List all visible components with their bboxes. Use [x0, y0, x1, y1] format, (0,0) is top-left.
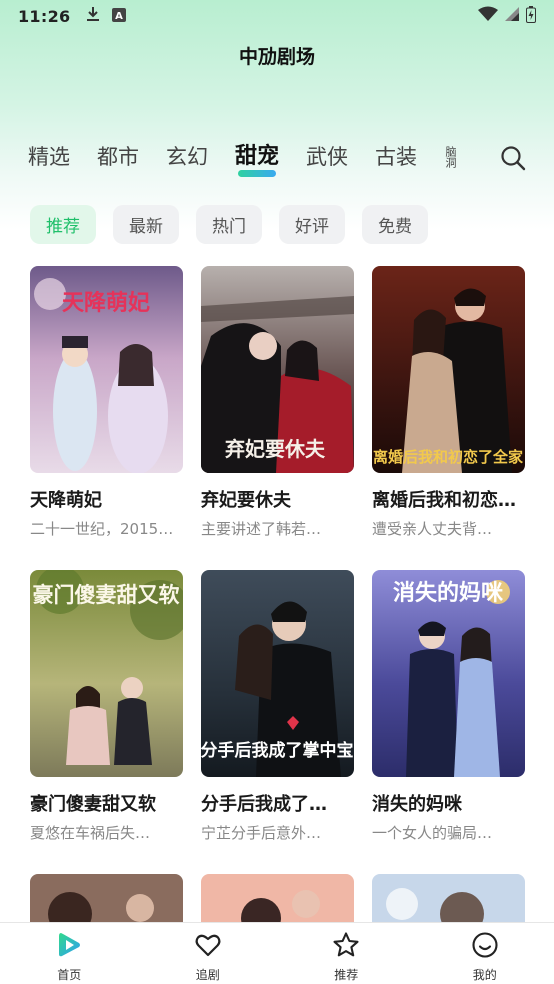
drama-desc: 主要讲述了韩若… — [201, 520, 322, 538]
bottom-nav: 首页 追剧 推荐 我的 — [0, 922, 554, 984]
poster-title: 消失的妈咪 — [393, 580, 504, 606]
svg-text:A: A — [116, 11, 124, 22]
drama-grid: 天降萌妃 天降萌妃 二十一世纪，2015年… 弃妃要休夫 弃妃要休夫 主要讲述了… — [30, 266, 530, 874]
signal-icon — [504, 6, 520, 26]
filter-free[interactable]: 免费 — [362, 205, 428, 244]
drama-poster: 天降萌妃 — [30, 266, 183, 473]
drama-card[interactable]: 离婚后我和初恋了全家 离婚后我和初恋… 遭受亲人丈夫背… — [372, 266, 525, 570]
drama-poster[interactable] — [372, 874, 525, 922]
tab-wuxia[interactable]: 武侠 — [306, 140, 348, 174]
drama-poster[interactable] — [201, 874, 354, 922]
drama-title: 天降萌妃 — [30, 490, 102, 511]
drama-poster: 离婚后我和初恋了全家 — [372, 266, 525, 473]
search-icon[interactable] — [500, 145, 526, 171]
filter-row: 推荐 最新 热门 好评 免费 — [30, 205, 428, 244]
drama-poster: 豪门傻妻甜又软 — [30, 570, 183, 777]
poster-title: 天降萌妃 — [62, 290, 150, 316]
drama-title: 离婚后我和初恋… — [372, 490, 516, 511]
drama-title: 弃妃要休夫 — [201, 490, 291, 511]
tab-tianchong[interactable]: 甜宠 — [235, 140, 279, 177]
drama-grid-next-row — [30, 874, 525, 922]
home-play-icon — [55, 931, 83, 963]
nav-follow[interactable]: 追剧 — [168, 931, 248, 983]
nav-home-label: 首页 — [57, 968, 82, 982]
filter-latest[interactable]: 最新 — [113, 205, 179, 244]
category-tabs: 精选 都市 玄幻 甜宠 武侠 古装 脑洞 — [28, 140, 457, 177]
drama-desc: 一个女人的骗局… — [372, 824, 493, 842]
wifi-icon — [478, 6, 498, 26]
nav-follow-label: 追剧 — [195, 968, 220, 982]
drama-poster: 分手后我成了掌中宝 — [201, 570, 354, 777]
tab-jingxuan[interactable]: 精选 — [28, 140, 70, 174]
app-title: 中劢剧场 — [238, 46, 315, 68]
drama-title: 分手后我成了… — [201, 794, 327, 815]
tab-xuanhuan[interactable]: 玄幻 — [166, 140, 208, 174]
tab-guzhuang[interactable]: 古装 — [375, 140, 417, 174]
smile-icon — [471, 931, 499, 963]
drama-card[interactable]: 消失的妈咪 消失的妈咪 一个女人的骗局… — [372, 570, 525, 874]
filter-hot[interactable]: 热门 — [196, 205, 262, 244]
nav-recommend[interactable]: 推荐 — [306, 931, 386, 983]
filter-top-rated[interactable]: 好评 — [279, 205, 345, 244]
tab-naodong[interactable]: 脑洞 — [444, 146, 457, 168]
drama-card[interactable]: 弃妃要休夫 弃妃要休夫 主要讲述了韩若… — [201, 266, 354, 570]
drama-card[interactable]: 豪门傻妻甜又软 豪门傻妻甜又软 夏悠在车祸后失… — [30, 570, 183, 874]
drama-desc: 遭受亲人丈夫背… — [372, 520, 493, 538]
drama-title: 豪门傻妻甜又软 — [30, 794, 156, 815]
drama-poster: 消失的妈咪 — [372, 570, 525, 777]
star-icon — [332, 931, 360, 963]
header-background — [0, 0, 554, 230]
poster-title: 离婚后我和初恋了全家 — [373, 448, 523, 466]
heart-icon — [194, 931, 222, 963]
nav-mine-label: 我的 — [472, 968, 497, 982]
drama-desc: 二十一世纪，2015年… — [30, 520, 183, 538]
drama-title: 消失的妈咪 — [372, 794, 462, 815]
status-time: 11:26 — [18, 6, 71, 26]
drama-poster: 弃妃要休夫 — [201, 266, 354, 473]
poster-title: 弃妃要休夫 — [225, 437, 326, 461]
poster-title: 豪门傻妻甜又软 — [33, 582, 180, 607]
nav-home[interactable]: 首页 — [29, 931, 109, 983]
status-bar: 11:26 A — [0, 0, 554, 32]
battery-icon — [526, 5, 536, 27]
drama-card[interactable]: 天降萌妃 天降萌妃 二十一世纪，2015年… — [30, 266, 183, 570]
poster-title: 分手后我成了掌中宝 — [201, 740, 354, 761]
drama-poster[interactable] — [30, 874, 183, 922]
download-icon — [86, 6, 100, 26]
drama-card[interactable]: 分手后我成了掌中宝 分手后我成了… 宁芷分手后意外… — [201, 570, 354, 874]
a-icon: A — [112, 7, 127, 26]
nav-recommend-label: 推荐 — [334, 968, 359, 982]
filter-recommend[interactable]: 推荐 — [30, 205, 96, 244]
drama-desc: 宁芷分手后意外… — [201, 824, 322, 842]
tab-dushi[interactable]: 都市 — [97, 140, 139, 174]
nav-mine[interactable]: 我的 — [445, 931, 525, 983]
drama-desc: 夏悠在车祸后失… — [30, 824, 151, 842]
